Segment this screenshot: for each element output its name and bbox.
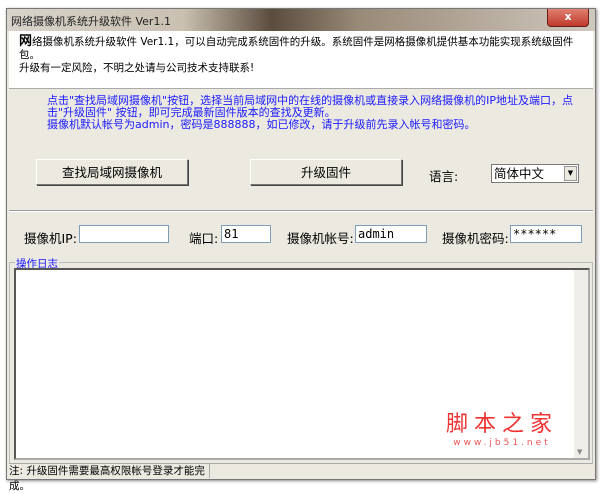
ip-label: 摄像机IP:: [24, 231, 77, 246]
intro-line2: 升级有一定风险，不明之处请与公司技术支持联系!: [19, 62, 255, 74]
main-window: 网络摄像机系统升级软件 Ver1.1 x 网络摄像机系统升级软件 Ver1.1，…: [6, 8, 596, 492]
find-camera-button[interactable]: 查找局域网摄像机: [36, 159, 188, 185]
instructions-line2: 摄像机默认帐号为admin，密码是888888，如已修改，请于升级前先录入帐号和…: [47, 118, 476, 131]
window-title: 网络摄像机系统升级软件 Ver1.1: [11, 15, 171, 28]
ip-input[interactable]: [79, 225, 169, 243]
language-select[interactable]: 简体中文 ▼: [491, 164, 579, 183]
close-button[interactable]: x: [547, 9, 589, 27]
account-input[interactable]: admin: [355, 225, 427, 243]
password-label: 摄像机密码:: [442, 231, 509, 246]
port-input[interactable]: 81: [221, 225, 271, 243]
status-note: 注: 升级固件需要最高权限帐号登录才能完成。: [9, 464, 210, 492]
operation-log-textarea[interactable]: 脚本之家 www.jb51.net ▼: [14, 268, 590, 460]
intro-line1: 络摄像机系统升级软件 Ver1.1，可以自动完成系统固件的升级。系统固件是网格摄…: [19, 36, 574, 61]
watermark-logo: 脚本之家 www.jb51.net: [445, 412, 558, 448]
operation-log-group: 操作日志 脚本之家 www.jb51.net ▼: [9, 256, 593, 464]
instructions: 点击"查找局域网摄像机"按钮，选择当前局域网中的在线的摄像机或直接录入网络摄像机…: [17, 95, 585, 131]
chevron-down-icon[interactable]: ▼: [564, 166, 577, 181]
intro-first-char: 网: [19, 34, 33, 49]
status-bar: 注: 升级固件需要最高权限帐号登录才能完成。: [9, 463, 593, 492]
instructions-line1: 点击"查找局域网摄像机"按钮，选择当前局域网中的在线的摄像机或直接录入网络摄像机…: [47, 94, 573, 119]
port-label: 端口:: [189, 231, 219, 246]
language-label: 语言:: [429, 169, 459, 184]
title-bar: 网络摄像机系统升级软件 Ver1.1 x: [7, 9, 595, 31]
scroll-down-icon[interactable]: ▼: [577, 448, 582, 456]
language-selected: 简体中文: [494, 166, 545, 181]
log-scrollbar[interactable]: ▼: [574, 270, 588, 458]
upgrade-firmware-button[interactable]: 升级固件: [250, 159, 402, 185]
intro-panel: 网络摄像机系统升级软件 Ver1.1，可以自动完成系统固件的升级。系统固件是网格…: [9, 31, 593, 89]
password-input[interactable]: ******: [510, 225, 582, 243]
account-label: 摄像机帐号:: [287, 231, 354, 246]
divider: [9, 210, 593, 212]
